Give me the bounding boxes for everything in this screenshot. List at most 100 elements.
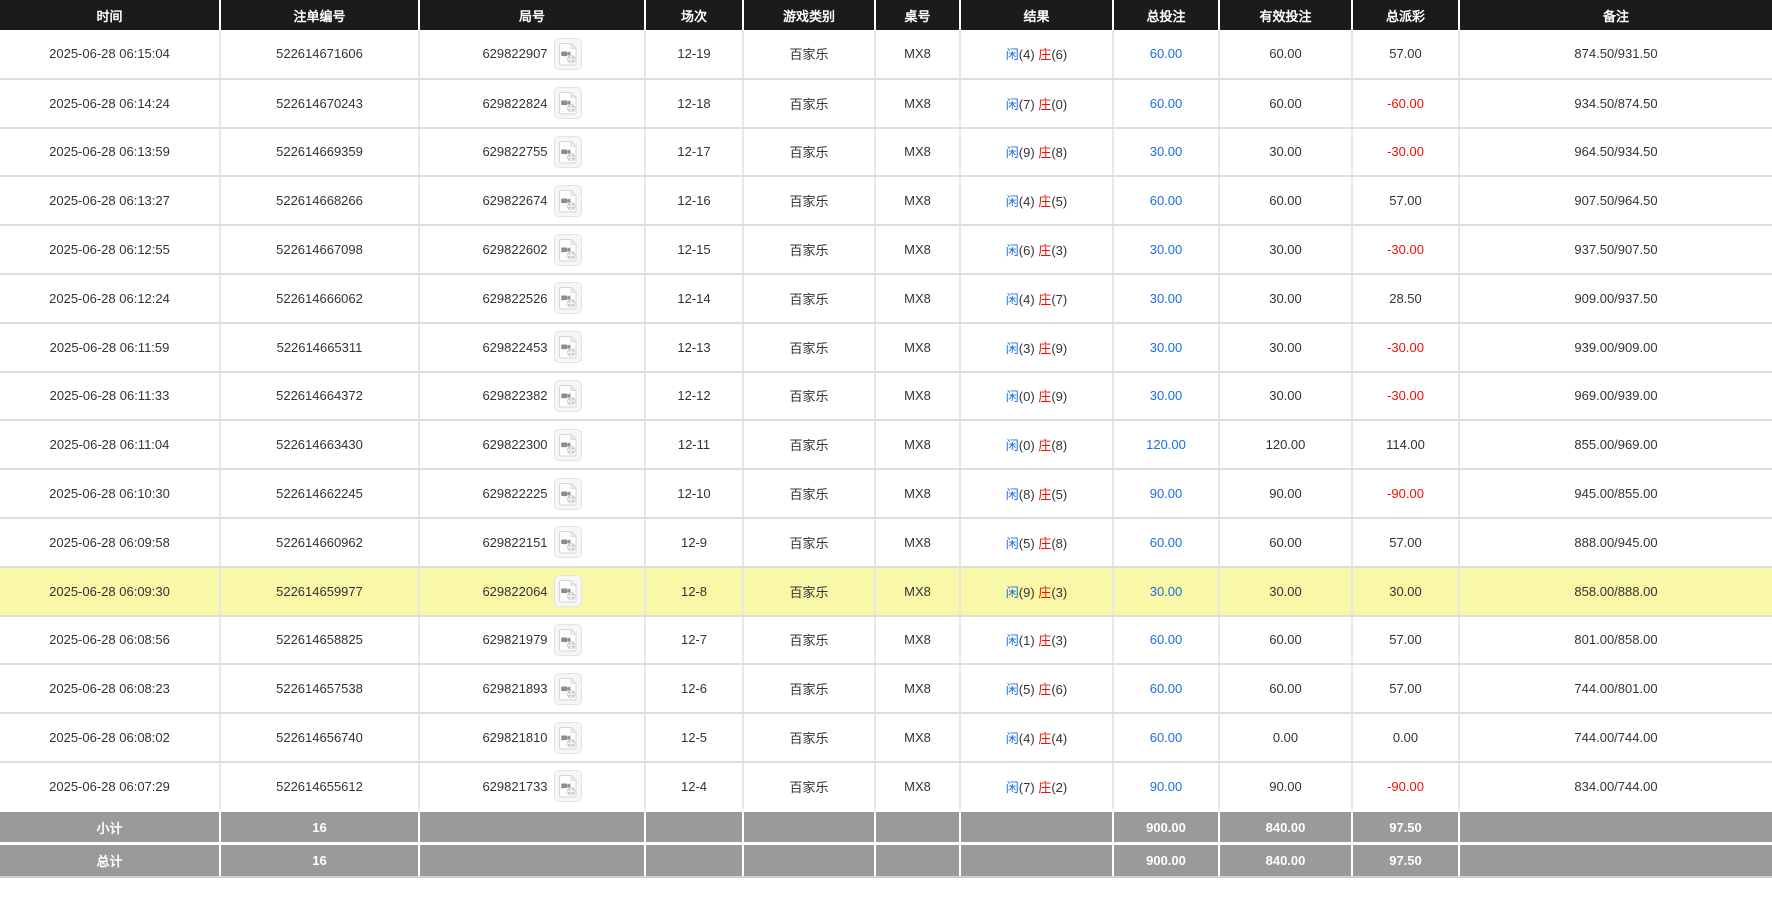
result-player-score: (1) (1018, 633, 1039, 649)
total-bet-link[interactable]: 60.00 (1150, 632, 1183, 647)
result-banker-score: (3) (1051, 243, 1068, 259)
totals-empty-table (875, 842, 961, 878)
totals-payout: 97.50 (1352, 809, 1460, 844)
cell-result: 闲(1) 庄(3) (960, 615, 1114, 666)
col-header-round-no: 局号 (419, 0, 646, 30)
total-bet-link[interactable]: 60.00 (1150, 46, 1183, 61)
table-row[interactable]: 2025-06-28 06:07:29 522614655612 6298217… (0, 761, 1772, 812)
video-file-icon[interactable] (553, 428, 582, 461)
result-banker-score: (8) (1051, 535, 1068, 551)
result-player-label: 闲 (1005, 682, 1019, 698)
table-row[interactable]: 2025-06-28 06:08:02 522614656740 6298218… (0, 713, 1772, 763)
video-file-icon[interactable] (553, 477, 582, 510)
cell-table-no: MX8 (875, 273, 961, 324)
video-file-icon[interactable] (553, 623, 582, 656)
result-player-label: 闲 (1005, 291, 1019, 307)
round-no-value: 629821893 (482, 681, 548, 697)
cell-result: 闲(5) 庄(8) (960, 517, 1114, 568)
col-header-order-no: 注单编号 (220, 0, 420, 30)
table-row[interactable]: 2025-06-28 06:15:04 522614671606 6298229… (0, 30, 1772, 80)
result-banker-label: 庄 (1038, 731, 1052, 747)
cell-note: 855.00/969.00 (1459, 420, 1772, 471)
video-file-icon[interactable] (553, 37, 582, 70)
totals-total-bet: 900.00 (1113, 842, 1220, 878)
total-bet-link[interactable]: 60.00 (1150, 96, 1183, 111)
col-header-total-bet: 总投注 (1113, 0, 1220, 30)
video-file-icon[interactable] (553, 331, 582, 364)
total-bet-link[interactable]: 90.00 (1150, 486, 1183, 501)
cell-total-bet: 60.00 (1113, 615, 1220, 666)
video-file-icon[interactable] (553, 770, 582, 803)
cell-order-no: 522614657538 (220, 664, 420, 715)
cell-order-no: 522614664372 (220, 371, 420, 422)
result-banker-label: 庄 (1038, 194, 1052, 210)
total-bet-link[interactable]: 60.00 (1150, 535, 1183, 550)
table-row[interactable]: 2025-06-28 06:11:33 522614664372 6298223… (0, 371, 1772, 422)
video-file-icon[interactable] (553, 233, 582, 266)
result-player-score: (4) (1018, 47, 1039, 63)
cell-payout: -90.00 (1352, 761, 1460, 812)
cell-table-no: MX8 (875, 713, 961, 763)
table-row[interactable]: 2025-06-28 06:09:58 522614660962 6298221… (0, 517, 1772, 568)
cell-round-no: 629822453 (419, 322, 646, 373)
cell-round-no: 629822907 (419, 30, 646, 80)
table-row[interactable]: 2025-06-28 06:08:23 522614657538 6298218… (0, 664, 1772, 715)
total-bet-link[interactable]: 30.00 (1150, 388, 1183, 403)
totals-empty-session (645, 842, 744, 878)
total-bet-link[interactable]: 60.00 (1150, 193, 1183, 208)
table-row[interactable]: 2025-06-28 06:11:59 522614665311 6298224… (0, 322, 1772, 373)
total-bet-link[interactable]: 90.00 (1150, 779, 1183, 794)
cell-time: 2025-06-28 06:12:24 (0, 273, 221, 324)
table-row[interactable]: 2025-06-28 06:08:56 522614658825 6298219… (0, 615, 1772, 666)
total-bet-link[interactable]: 60.00 (1150, 730, 1183, 745)
cell-valid-bet: 30.00 (1219, 127, 1353, 178)
total-bet-link[interactable]: 30.00 (1150, 144, 1183, 159)
cell-table-no: MX8 (875, 517, 961, 568)
video-file-icon[interactable] (553, 87, 582, 120)
cell-valid-bet: 60.00 (1219, 30, 1353, 80)
video-file-icon[interactable] (553, 184, 582, 217)
video-file-icon[interactable] (553, 135, 582, 168)
total-bet-link[interactable]: 30.00 (1150, 584, 1183, 599)
video-file-icon[interactable] (553, 721, 582, 754)
result-banker-score: (9) (1051, 389, 1068, 405)
result-banker-score: (4) (1051, 731, 1068, 747)
total-bet-link[interactable]: 120.00 (1146, 437, 1186, 452)
result-banker-score: (2) (1051, 779, 1068, 795)
video-file-icon[interactable] (553, 526, 582, 559)
cell-session: 12-14 (645, 273, 744, 324)
cell-time: 2025-06-28 06:15:04 (0, 30, 221, 80)
cell-order-no: 522614666062 (220, 273, 420, 324)
table-row[interactable]: 2025-06-28 06:12:55 522614667098 6298226… (0, 225, 1772, 275)
table-row[interactable]: 2025-06-28 06:10:30 522614662245 6298222… (0, 469, 1772, 519)
table-row[interactable]: 2025-06-28 06:09:30 522614659977 6298220… (0, 566, 1772, 617)
video-file-icon[interactable] (553, 282, 582, 315)
cell-total-bet: 60.00 (1113, 30, 1220, 80)
total-bet-link[interactable]: 30.00 (1150, 291, 1183, 306)
table-row[interactable]: 2025-06-28 06:14:24 522614670243 6298228… (0, 78, 1772, 129)
table-row[interactable]: 2025-06-28 06:12:24 522614666062 6298225… (0, 273, 1772, 324)
cell-order-no: 522614660962 (220, 517, 420, 568)
video-file-icon[interactable] (553, 575, 582, 608)
cell-note: 937.50/907.50 (1459, 225, 1772, 275)
total-bet-link[interactable]: 60.00 (1150, 681, 1183, 696)
total-bet-link[interactable]: 30.00 (1150, 340, 1183, 355)
table-row[interactable]: 2025-06-28 06:11:04 522614663430 6298223… (0, 420, 1772, 471)
cell-table-no: MX8 (875, 176, 961, 227)
cell-table-no: MX8 (875, 615, 961, 666)
cell-session: 12-18 (645, 78, 744, 129)
round-no-value: 629822824 (482, 95, 548, 111)
result-player-label: 闲 (1005, 96, 1019, 112)
table-row[interactable]: 2025-06-28 06:13:27 522614668266 6298226… (0, 176, 1772, 227)
cell-table-no: MX8 (875, 420, 961, 471)
video-file-icon[interactable] (553, 672, 582, 705)
result-player-label: 闲 (1005, 584, 1019, 600)
round-no-value: 629822602 (482, 242, 548, 258)
table-row[interactable]: 2025-06-28 06:13:59 522614669359 6298227… (0, 127, 1772, 178)
result-banker-label: 庄 (1038, 535, 1052, 551)
total-bet-link[interactable]: 30.00 (1150, 242, 1183, 257)
cell-table-no: MX8 (875, 225, 961, 275)
cell-game-type: 百家乐 (743, 420, 876, 471)
video-file-icon[interactable] (553, 379, 582, 412)
result-banker-label: 庄 (1038, 96, 1052, 112)
